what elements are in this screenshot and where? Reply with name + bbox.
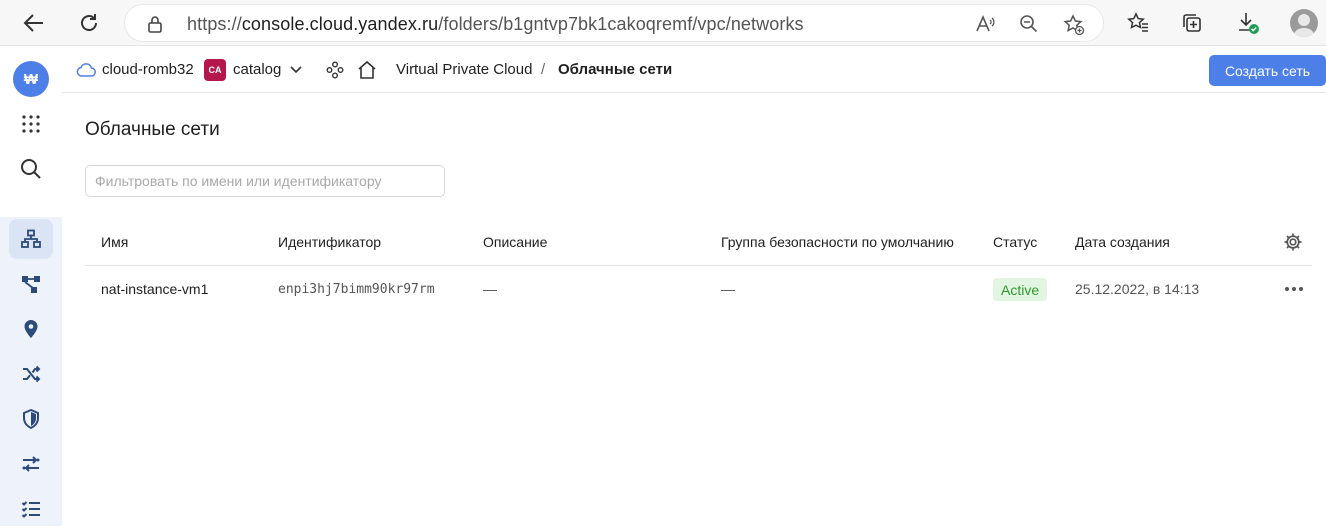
url-text: https://console.cloud.yandex.ru/folders/… <box>187 14 804 34</box>
breadcrumb-folder[interactable]: catalog <box>233 61 281 78</box>
location-pin-icon <box>24 320 38 338</box>
header-breadcrumb-bar: cloud-romb32 CA catalog Virtual Private … <box>62 47 1326 93</box>
breadcrumb-service[interactable]: Virtual Private Cloud <box>396 61 532 78</box>
reload-button[interactable] <box>73 7 105 39</box>
address-bar[interactable]: https://console.cloud.yandex.ru/folders/… <box>124 4 1104 42</box>
collections-icon <box>1183 14 1201 32</box>
cloud-icon <box>76 63 96 77</box>
back-button[interactable] <box>18 7 50 39</box>
chevron-down-icon[interactable] <box>290 66 302 74</box>
page-title: Облачные сети <box>85 119 220 140</box>
column-header-description[interactable]: Описание <box>483 234 547 250</box>
topology-icon <box>22 276 40 293</box>
row-actions-icon[interactable] <box>1282 279 1306 299</box>
nav-operations[interactable] <box>9 489 53 529</box>
nav-topology[interactable] <box>9 264 53 304</box>
zoom-out-icon[interactable] <box>1019 14 1039 34</box>
add-favorite-icon[interactable] <box>1063 14 1085 36</box>
folder-badge: CA <box>204 59 226 81</box>
nav-routing[interactable] <box>9 354 53 394</box>
downloads-button[interactable] <box>1232 7 1264 39</box>
table-header-divider <box>85 265 1312 266</box>
read-aloud-icon[interactable] <box>975 14 995 34</box>
gear-icon[interactable] <box>1283 232 1303 252</box>
column-header-status[interactable]: Статус <box>993 234 1037 250</box>
breadcrumb-cloud[interactable]: cloud-romb32 <box>102 61 194 78</box>
browser-toolbar: https://console.cloud.yandex.ru/folders/… <box>0 0 1326 46</box>
left-navigation-rail: ₩ <box>0 47 62 526</box>
status-badge: Active <box>993 278 1048 301</box>
cell-security-group: — <box>721 281 735 297</box>
nav-networks[interactable] <box>9 219 53 259</box>
back-arrow-icon <box>23 14 43 32</box>
cell-name[interactable]: nat-instance-vm1 <box>101 281 208 297</box>
search-button[interactable] <box>9 149 53 189</box>
security-shield-icon <box>23 409 39 429</box>
home-icon[interactable] <box>357 60 377 80</box>
favorites-icon <box>1127 12 1148 32</box>
services-icon[interactable] <box>326 61 344 79</box>
cell-description: — <box>483 281 497 297</box>
routing-icon <box>23 365 41 383</box>
column-header-id[interactable]: Идентификатор <box>278 234 381 250</box>
cloud-logo-icon[interactable]: ₩ <box>13 61 49 97</box>
collections-button[interactable] <box>1176 7 1208 39</box>
nav-transfer[interactable] <box>9 444 53 484</box>
column-header-name[interactable]: Имя <box>101 234 128 250</box>
column-header-created[interactable]: Дата создания <box>1075 234 1170 250</box>
nav-security-groups[interactable] <box>9 399 53 439</box>
transfer-icon <box>22 456 40 472</box>
apps-grid-icon <box>22 115 40 133</box>
breadcrumb-separator: / <box>541 61 546 78</box>
breadcrumb-current: Облачные сети <box>558 61 673 78</box>
search-icon <box>21 159 41 179</box>
nav-addresses[interactable] <box>9 309 53 349</box>
filter-input[interactable] <box>85 165 445 197</box>
column-header-security-group[interactable]: Группа безопасности по умолчанию <box>721 234 954 250</box>
profile-avatar[interactable] <box>1290 9 1318 37</box>
create-network-button[interactable]: Создать сеть <box>1209 55 1326 86</box>
cell-created: 25.12.2022, в 14:13 <box>1075 281 1200 297</box>
favorites-button[interactable] <box>1122 7 1154 39</box>
download-icon <box>1239 13 1259 34</box>
cell-id: enpi3hj7bimm90kr97rm <box>278 282 435 297</box>
lock-icon <box>148 16 162 33</box>
apps-grid-button[interactable] <box>9 104 53 144</box>
network-icon <box>21 229 41 248</box>
list-icon <box>21 501 40 518</box>
reload-icon <box>81 14 97 31</box>
